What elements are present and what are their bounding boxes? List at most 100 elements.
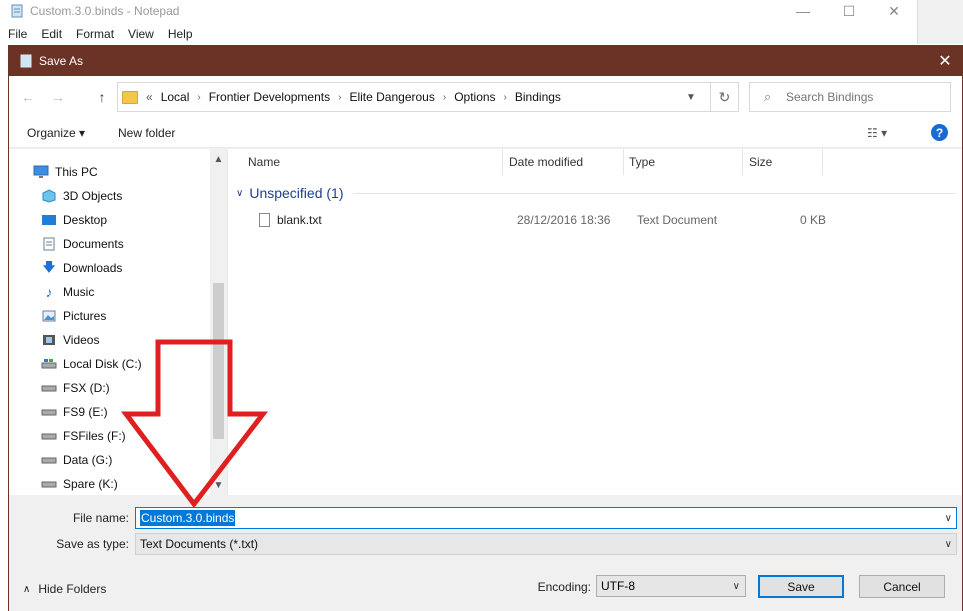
pc-icon	[33, 165, 49, 179]
chevron-up-icon: ∧	[23, 583, 31, 595]
save-type-value: Text Documents (*.txt)	[140, 537, 259, 551]
text-file-icon	[259, 213, 270, 227]
breadcrumb-frontier[interactable]: Frontier Developments	[209, 90, 330, 104]
chevron-right-icon[interactable]: ›	[443, 92, 446, 103]
chevron-down-icon[interactable]: ∨	[236, 188, 243, 199]
encoding-select[interactable]: UTF-8 ∨	[596, 575, 746, 597]
file-name-input[interactable]: Custom.3.0.binds	[140, 510, 236, 526]
address-bar[interactable]: « Local › Frontier Developments › Elite Da…	[117, 82, 739, 112]
file-list: Name Date modified Type Size ∨ Unspecifi…	[228, 149, 962, 495]
drive-icon	[41, 429, 57, 443]
encoding-value: UTF-8	[601, 579, 635, 593]
sidebar-item-label: FS9 (E:)	[63, 405, 108, 419]
sidebar-item-data-g[interactable]: Data (G:)	[41, 448, 112, 472]
menu-format[interactable]: Format	[68, 27, 120, 41]
minimize-button[interactable]: —	[780, 0, 826, 22]
chevron-right-icon[interactable]: ›	[197, 92, 200, 103]
column-divider[interactable]	[502, 149, 503, 175]
chevron-down-icon[interactable]: ∨	[945, 539, 952, 550]
sidebar-item-desktop[interactable]: Desktop	[41, 208, 107, 232]
file-type: Text Document	[637, 213, 718, 227]
sidebar-item-fsx-d[interactable]: FSX (D:)	[41, 376, 110, 400]
column-size[interactable]: Size	[749, 149, 772, 175]
background-window-edge	[917, 0, 963, 44]
search-input[interactable]	[786, 90, 946, 104]
pictures-icon	[41, 309, 57, 323]
sidebar-item-music[interactable]: ♪ Music	[41, 280, 95, 304]
file-name: blank.txt	[277, 213, 322, 227]
breadcrumb-local[interactable]: Local	[161, 90, 190, 104]
hide-folders-button[interactable]: ∧ Hide Folders	[23, 582, 106, 596]
address-row: ← → ↑ « Local › Frontier Developments › El…	[9, 76, 962, 118]
hide-folders-label: Hide Folders	[38, 582, 107, 596]
view-options-icon[interactable]: ☷ ▾	[867, 126, 887, 140]
group-header[interactable]: ∨ Unspecified (1)	[236, 185, 956, 201]
column-date-modified[interactable]: Date modified	[509, 149, 583, 175]
search-box[interactable]: ⌕	[749, 82, 951, 112]
chevron-down-icon[interactable]: ∨	[733, 581, 740, 592]
sidebar-item-downloads[interactable]: 🡇 Downloads	[41, 256, 123, 280]
up-button[interactable]: ↑	[91, 87, 113, 107]
sidebar-item-documents[interactable]: Documents	[41, 232, 124, 256]
scroll-up-icon[interactable]: ▲	[210, 151, 227, 167]
file-name-field[interactable]: Custom.3.0.binds ∨	[135, 507, 957, 529]
chevron-right-icon[interactable]: ›	[504, 92, 507, 103]
search-icon: ⌕	[764, 89, 772, 104]
menu-edit[interactable]: Edit	[33, 27, 68, 41]
sidebar-item-3d-objects[interactable]: 3D Objects	[41, 184, 122, 208]
group-divider	[353, 192, 956, 194]
dialog-toolbar: Organize ▾ New folder ☷ ▾ ?	[9, 118, 962, 148]
dialog-footer: File name: Custom.3.0.binds ∨ Save as ty…	[9, 495, 962, 611]
back-button[interactable]: ←	[17, 87, 39, 107]
breadcrumb-options[interactable]: Options	[454, 90, 495, 104]
sidebar-item-label: FSFiles (F:)	[63, 429, 126, 443]
dialog-title-bar: Save As ✕	[9, 46, 962, 76]
music-icon: ♪	[45, 284, 53, 300]
save-button[interactable]: Save	[758, 575, 844, 598]
menu-view[interactable]: View	[120, 27, 160, 41]
column-name[interactable]: Name	[248, 149, 280, 175]
dialog-close-button[interactable]: ✕	[928, 46, 962, 76]
breadcrumb-elite[interactable]: Elite Dangerous	[349, 90, 434, 104]
sidebar-item-spare-k[interactable]: Spare (K:)	[41, 472, 118, 495]
forward-button[interactable]: →	[47, 87, 69, 107]
sidebar-item-label: Downloads	[63, 261, 123, 275]
column-divider[interactable]	[623, 149, 624, 175]
organize-button[interactable]: Organize ▾	[27, 126, 85, 140]
chevron-down-icon[interactable]: ∨	[945, 513, 952, 524]
breadcrumb-bindings[interactable]: Bindings	[515, 90, 561, 104]
sidebar-item-label: Documents	[63, 237, 124, 251]
sidebar-item-videos[interactable]: Videos	[41, 328, 99, 352]
sidebar-item-fsfiles-f[interactable]: FSFiles (F:)	[41, 424, 126, 448]
file-name-label: File name:	[72, 511, 129, 525]
save-type-select[interactable]: Text Documents (*.txt) ∨	[135, 533, 957, 555]
desktop-icon	[41, 213, 57, 227]
notepad-icon	[11, 4, 23, 18]
column-type[interactable]: Type	[629, 149, 655, 175]
maximize-button[interactable]: ☐	[826, 0, 872, 22]
cancel-button[interactable]: Cancel	[859, 575, 945, 598]
table-row[interactable]: blank.txt 28/12/2016 18:36 Text Document…	[228, 209, 962, 231]
arrow-down-icon	[120, 339, 269, 508]
chevron-right-icon[interactable]: ›	[338, 92, 341, 103]
close-button[interactable]: ✕	[871, 0, 917, 22]
menu-file[interactable]: File	[0, 27, 33, 41]
column-divider[interactable]	[822, 149, 823, 175]
sidebar-item-this-pc[interactable]: This PC	[33, 160, 98, 184]
menu-help[interactable]: Help	[160, 27, 199, 41]
folder-icon	[122, 90, 138, 104]
refresh-icon[interactable]: ↻	[710, 83, 738, 111]
documents-icon	[41, 237, 57, 251]
sidebar-item-pictures[interactable]: Pictures	[41, 304, 106, 328]
notepad-icon	[20, 54, 32, 68]
help-icon[interactable]: ?	[931, 124, 948, 141]
breadcrumb-overflow[interactable]: «	[146, 90, 153, 104]
drive-icon	[41, 453, 57, 467]
column-divider[interactable]	[742, 149, 743, 175]
sidebar-item-label: Data (G:)	[63, 453, 113, 467]
new-folder-button[interactable]: New folder	[118, 126, 175, 140]
address-dropdown-icon[interactable]: ▼	[680, 83, 702, 111]
sidebar-item-fs9-e[interactable]: FS9 (E:)	[41, 400, 108, 424]
save-type-label: Save as type:	[56, 537, 129, 551]
drive-icon	[41, 357, 57, 371]
